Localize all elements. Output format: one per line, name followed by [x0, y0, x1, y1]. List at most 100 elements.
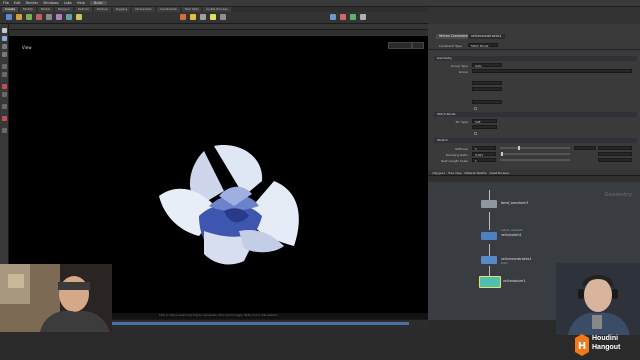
grid-tool-icon[interactable]: [46, 14, 52, 20]
section-stitch-points[interactable]: Stitch Points: [434, 112, 637, 117]
section-stretch[interactable]: Stretch: [434, 138, 637, 143]
group-type-label: Group Type: [451, 64, 468, 68]
rbd-tool-icon[interactable]: [340, 14, 346, 20]
menu-file[interactable]: File: [3, 1, 9, 5]
menu-render[interactable]: Render: [26, 1, 38, 5]
stiffness-slider[interactable]: [500, 147, 570, 149]
shelf-tab-characters[interactable]: Characters: [132, 7, 155, 12]
webcam-right-image: [556, 263, 640, 335]
shelf-tab-texture[interactable]: Texture: [93, 7, 111, 12]
pin-type-menu[interactable]: Soft: [472, 119, 497, 124]
group-type-menu[interactable]: Auto: [472, 63, 502, 68]
env-light-icon[interactable]: [210, 14, 216, 20]
shelf-tab-model[interactable]: Model: [37, 7, 53, 12]
light-tool-icon[interactable]: [180, 14, 186, 20]
timeline-range-bar[interactable]: [109, 322, 409, 325]
stiffness-dropoff-field[interactable]: [574, 146, 596, 150]
stiffness-label: Stiffness: [455, 147, 468, 151]
damping-slider-knob[interactable]: [501, 152, 503, 156]
render-region-icon[interactable]: [2, 104, 7, 109]
menu-edit[interactable]: Edit: [14, 1, 21, 5]
match-animation-checkbox[interactable]: [474, 132, 477, 135]
param-menu-d[interactable]: [472, 125, 497, 129]
node-bend-transform[interactable]: [481, 200, 497, 208]
node-vellum-solver-label: vellumsolver1: [503, 279, 526, 283]
damping-slider[interactable]: [500, 153, 570, 155]
null-tool-icon[interactable]: [56, 14, 62, 20]
group-field[interactable]: [472, 69, 632, 73]
cloth-tool-icon[interactable]: [360, 14, 366, 20]
webcam-left: [0, 264, 112, 332]
damping-field[interactable]: 0.001: [472, 152, 496, 157]
select-tool-icon[interactable]: [2, 28, 7, 33]
node-vellum-constraints-sub: stitch: [501, 262, 508, 265]
rotate-tool-icon[interactable]: [2, 44, 7, 49]
param-menu-a[interactable]: [472, 81, 502, 85]
menu-labs[interactable]: Labs: [64, 1, 72, 5]
stiffness-field[interactable]: 1: [472, 146, 496, 151]
fluid-tool-icon[interactable]: [350, 14, 356, 20]
node-name-field[interactable]: vellumconstraints1: [468, 34, 505, 39]
flower-geometry: [159, 145, 299, 265]
view-tool-icon[interactable]: [2, 92, 7, 97]
tab-network-path[interactable]: /obj/geo1: [432, 171, 445, 175]
node-vellum-solver[interactable]: [479, 276, 501, 288]
node-vellum-constraints[interactable]: [481, 256, 497, 264]
shelf-tab-rigging[interactable]: Rigging: [112, 7, 131, 12]
param-field-c[interactable]: [472, 100, 502, 104]
option-checkbox[interactable]: [474, 107, 477, 110]
shelf-tab-constraints[interactable]: Constraints: [156, 7, 180, 12]
desktop-selector[interactable]: Build: [89, 1, 107, 5]
sky-light-icon[interactable]: [220, 14, 226, 20]
node-vellum-constraints-label: vellumconstraints1: [501, 257, 532, 261]
shelf-tab-guide-process[interactable]: Guide Process: [203, 7, 231, 12]
rest-scaling-menu[interactable]: [598, 158, 632, 162]
shelf-tab-deform[interactable]: Deform: [74, 7, 92, 12]
tab-asset-browser[interactable]: Asset Browser: [489, 171, 509, 175]
constraint-type-menu[interactable]: Stitch Points: [468, 43, 498, 48]
pose-tool-icon[interactable]: [2, 72, 7, 77]
section-geometry[interactable]: Geometry: [434, 56, 637, 61]
logo-line-2: Hangout: [592, 344, 621, 351]
shelf-tab-hair-utils[interactable]: Hair Utils: [181, 7, 202, 12]
node-type-label: Vellum Constraints: [436, 34, 472, 39]
node-vellum-cloth[interactable]: [481, 232, 497, 240]
webcam-left-image: [0, 264, 112, 332]
param-menu-b[interactable]: [472, 87, 502, 91]
snap-icon[interactable]: [2, 84, 7, 89]
shelf-tab-modify[interactable]: Modify: [19, 7, 36, 12]
group-label: Group: [458, 70, 468, 74]
camera-tool-icon[interactable]: [200, 14, 206, 20]
spot-light-icon[interactable]: [190, 14, 196, 20]
right-pane-toolbar: [428, 7, 640, 24]
rest-length-slider[interactable]: [500, 159, 570, 161]
circle-tool-icon[interactable]: [76, 14, 82, 20]
scale-tool-icon[interactable]: [2, 52, 7, 57]
node-vellum-cloth-label: vellumcloth1: [501, 233, 522, 237]
camera-menu[interactable]: [388, 42, 412, 49]
box-tool-icon[interactable]: [6, 14, 12, 20]
tab-material-palette[interactable]: Material Palette: [465, 171, 487, 175]
shelf-tab-create[interactable]: Create: [2, 7, 18, 12]
stiffness-scaling-menu[interactable]: [598, 146, 632, 150]
handle-tool-icon[interactable]: [2, 64, 7, 69]
menu-help[interactable]: Help: [77, 1, 85, 5]
particle-tool-icon[interactable]: [330, 14, 336, 20]
svg-text:H: H: [578, 341, 586, 352]
wire-4: [489, 266, 490, 276]
move-tool-icon[interactable]: [2, 36, 7, 41]
torus-tool-icon[interactable]: [36, 14, 42, 20]
playbar-area: [0, 328, 640, 360]
tab-tree-view[interactable]: Tree View: [448, 171, 461, 175]
damping-label: Damping Ratio: [445, 153, 468, 157]
sphere-tool-icon[interactable]: [16, 14, 22, 20]
damping-scaling-menu[interactable]: [598, 152, 632, 156]
stiffness-slider-knob[interactable]: [518, 146, 520, 150]
menu-windows[interactable]: Windows: [43, 1, 59, 5]
shelf-tab-polygon[interactable]: Polygon: [54, 7, 73, 12]
tube-tool-icon[interactable]: [26, 14, 32, 20]
display-options-icon[interactable]: [2, 128, 7, 133]
rest-length-field[interactable]: 1: [472, 158, 496, 163]
record-icon[interactable]: [2, 116, 7, 121]
line-tool-icon[interactable]: [66, 14, 72, 20]
